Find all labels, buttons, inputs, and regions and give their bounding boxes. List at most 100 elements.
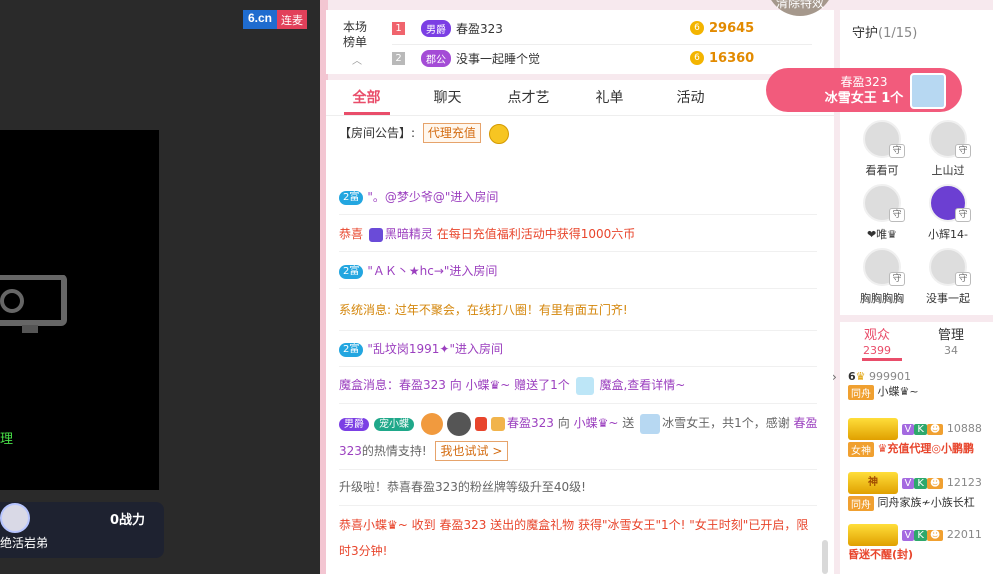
message-text: 的热情支持! <box>361 444 427 458</box>
tab-admin-label: 管理 <box>937 328 964 343</box>
viewer-name: 昏迷不醒(封) <box>848 548 914 561</box>
viewer-item[interactable]: V K ☻ 10888 女神 ♛充值代理◎小鹏鹏 <box>848 418 993 457</box>
chat-message: 2富 "ＡＫ丶★hc→"进入房间 <box>339 260 819 282</box>
message-user[interactable]: 春盈323 <box>507 416 554 430</box>
guard-member[interactable]: 守 没事一起 <box>922 248 974 306</box>
guard-name: 上山过 <box>931 164 965 177</box>
v-badge: V <box>901 529 915 541</box>
guard-member[interactable]: 守 胸胸胸胸 <box>856 248 908 306</box>
gift-result-message: 恭喜小蝶♛~ 收到 春盈323 送出的魔盒礼物 获得"冰雪女王"1个! "女王时… <box>339 518 809 558</box>
viewer-tag: 同舟 <box>848 384 874 400</box>
chat-message: 2富 "。@梦少爷@"进入房间 <box>339 186 819 208</box>
message-text[interactable]: "ＡＫ丶★hc→"进入房间 <box>367 264 497 278</box>
message-user[interactable]: 黑暗精灵 <box>385 227 433 241</box>
guard-tag-icon: 守 <box>889 144 905 158</box>
guard-title: 守护(1/15) <box>852 22 917 41</box>
chat-scrollbar[interactable] <box>822 540 828 574</box>
noble-crown-icon: 神 <box>848 472 898 494</box>
system-message: 系统消息: 过年不聚会，在线打八圈！有里有面五门齐! <box>339 303 628 317</box>
noble-badge: 男爵 <box>421 19 451 37</box>
avatar: 守 <box>929 184 971 222</box>
guard-tag-icon: 守 <box>955 144 971 158</box>
audience-count: 2399 <box>863 344 891 357</box>
rank-row[interactable]: 1 男爵 春盈323 6 29645 <box>392 16 822 40</box>
rank-label[interactable]: 本场 榜单 <box>340 20 370 50</box>
agent-recharge-button[interactable]: 代理充值 <box>422 123 481 143</box>
room-notice: 【房间公告】: 代理充值 <box>339 122 819 144</box>
k-badge: K <box>914 423 927 435</box>
guard-member[interactable]: 守 看看可 <box>856 120 908 178</box>
video-side-text: 理 <box>0 432 14 447</box>
noble-crown-icon <box>848 418 898 440</box>
wealth-badge: 2富 <box>339 190 364 205</box>
ice-queen-gift-icon <box>640 413 661 434</box>
user-badge-icon: ☻ <box>926 423 944 435</box>
try-it-button[interactable]: 我也试试 > <box>434 441 509 461</box>
guard-title-label: 守护 <box>852 26 879 41</box>
ice-queen-gift-icon <box>910 73 946 109</box>
viewer-id: 999901 <box>869 370 912 383</box>
star-medal-icon <box>421 412 443 435</box>
message-prefix: 恭喜 <box>339 227 364 241</box>
message-text: 向 <box>557 416 570 430</box>
message-text: 送 <box>622 416 635 430</box>
divider <box>339 366 817 367</box>
v-badge: V <box>901 423 915 435</box>
chevron-down-icon[interactable]: ︿ <box>352 52 362 67</box>
guard-member[interactable]: 守 ❤唯♛ <box>856 184 908 242</box>
promo-name: 春盈323 <box>840 75 888 89</box>
watermark-tag: 连麦 <box>277 10 308 29</box>
viewer-item[interactable]: V K ☻ 22011 昏迷不醒(封) <box>848 524 993 562</box>
watermark-brand: 6.cn <box>243 10 278 29</box>
rank-number: 1 <box>392 21 405 35</box>
guard-name: ❤唯♛ <box>866 228 898 241</box>
v-badge: V <box>901 477 915 489</box>
tab-audience[interactable]: 观众 2399 <box>842 328 912 358</box>
viewer-panel: 观众 2399 管理 34 6♛ 999901 同舟 小蝶♛~ V K ☻ 1088… <box>840 322 993 574</box>
viewer-tag: 同舟 <box>848 495 874 511</box>
message-target[interactable]: 小蝶♛~ <box>574 416 619 430</box>
guard-member[interactable]: 守 上山过 <box>922 120 974 178</box>
viewer-item[interactable]: 6♛ 999901 同舟 小蝶♛~ <box>848 370 993 400</box>
viewer-name: 同舟家族≁小族长杠 <box>877 496 975 509</box>
anchor-name: 绝活岩弟 <box>0 536 49 550</box>
guard-name: 小辉14- <box>928 228 968 241</box>
rank-row[interactable]: 2 郡公 没事一起睡个觉 6 16360 <box>392 46 822 70</box>
tab-talent[interactable]: 点才艺 <box>488 80 569 115</box>
noble-crown-icon <box>848 524 898 546</box>
tab-activity[interactable]: 活动 <box>650 80 731 115</box>
user-badge-icon: ☻ <box>926 529 944 541</box>
tab-all[interactable]: 全部 <box>326 80 407 115</box>
viewer-id: 22011 <box>946 528 982 541</box>
computer-icon <box>0 275 67 333</box>
guard-panel: 守护(1/15) 守 看看可 守 上山过 守 ❤唯♛ 守 小辉14- 守 胸胸胸… <box>840 10 993 315</box>
chevron-right-icon[interactable]: › <box>832 370 837 384</box>
divider <box>339 469 817 470</box>
rank-number: 2 <box>392 51 405 65</box>
divider <box>339 403 817 404</box>
tab-chat[interactable]: 聊天 <box>407 80 488 115</box>
viewer-id: 10888 <box>946 422 982 435</box>
tab-admin[interactable]: 管理 34 <box>916 328 986 358</box>
rank-score: 29645 <box>709 20 755 36</box>
anchor-avatar[interactable] <box>0 503 30 533</box>
wealth-badge: 2富 <box>339 264 364 279</box>
guard-member[interactable]: 守 小辉14- <box>922 184 974 242</box>
noble-badge: 郡公 <box>421 49 451 67</box>
coin-icon: 6 <box>690 21 704 35</box>
avatar: 守 <box>863 184 905 222</box>
guard-tag-icon: 守 <box>889 272 905 286</box>
upgrade-message: 升级啦！恭喜春盈323的粉丝牌等级升至40级! <box>339 480 586 494</box>
tab-gift-list[interactable]: 礼单 <box>569 80 650 115</box>
viewer-item[interactable]: 神 V K ☻ 12123 同舟 同舟家族≁小族长杠 <box>848 472 993 511</box>
guard-name: 看看可 <box>865 164 899 177</box>
divider <box>339 288 817 289</box>
magic-box-link[interactable]: 魔盒,查看详情~ <box>599 378 685 392</box>
message-text[interactable]: "。@梦少爷@"进入房间 <box>367 190 498 204</box>
user-badge-icon: ☻ <box>926 477 944 489</box>
message-text[interactable]: "乱坟岗1991✦"进入房间 <box>367 342 503 356</box>
rank-score: 16360 <box>709 50 755 66</box>
avatar: 守 <box>863 248 905 286</box>
divider <box>339 214 817 215</box>
notice-label: 【房间公告】: <box>339 126 416 140</box>
